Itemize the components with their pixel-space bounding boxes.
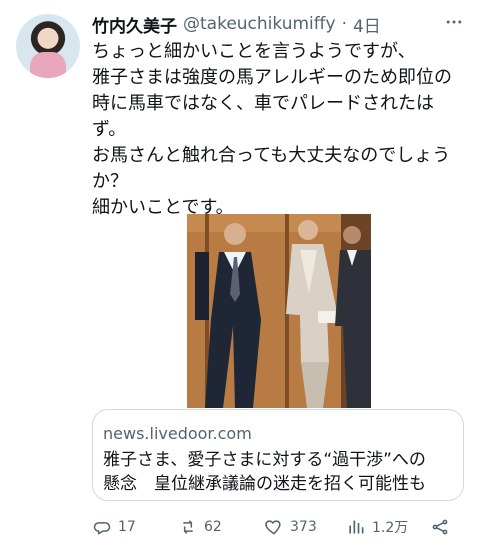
tweet-line: 時に馬車ではなく、車でパレードされたは — [92, 93, 434, 114]
author-handle[interactable]: @takeuchikumiffy — [183, 14, 336, 34]
tweet-line: ちょっと細かいことを言うようですが、 — [92, 41, 416, 62]
retweet-button[interactable]: 62 — [178, 512, 222, 542]
retweet-icon — [183, 520, 193, 534]
author-name[interactable]: 竹内久美子 — [92, 12, 177, 37]
reply-icon — [93, 522, 111, 535]
tweet-line: お馬さんと触れ合っても大丈夫なのでしょう — [92, 145, 451, 166]
share-icon — [432, 519, 448, 535]
link-domain[interactable]: news.livedoor.com — [103, 424, 252, 443]
views-count: 1.2万 — [372, 520, 409, 536]
tweet: 竹内久美子 @takeuchikumiffy · 4日 ちょっと細かいことを言う… — [0, 0, 480, 549]
link-title[interactable]: 雅子さま、愛子さまに対する“過干渉”への 懸念 皇位継承議論の迷走を招く可能性も — [103, 448, 455, 496]
views-button[interactable]: 1.2万 — [346, 512, 408, 542]
link-title-line[interactable]: 雅子さま、愛子さまに対する“過干渉”への — [103, 448, 455, 472]
link-title-line[interactable]: 懸念 皇位継承議論の迷走を招く可能性も — [103, 472, 455, 496]
like-icon — [265, 520, 281, 535]
like-button[interactable]: 373 — [264, 512, 317, 542]
tweet-line: か？ — [92, 171, 128, 192]
views-icon — [349, 520, 364, 534]
link-card[interactable]: news.livedoor.com 雅子さま、愛子さまに対する“過干渉”への 懸… — [92, 409, 464, 501]
reply-count: 17 — [118, 519, 136, 535]
tweet-time[interactable]: 4日 — [353, 12, 381, 37]
avatar[interactable] — [16, 14, 80, 78]
tweet-line: ず。 — [92, 119, 127, 140]
tweet-actions: 17 62 373 1.2万 — [92, 512, 464, 542]
tweet-line: 雅子さまは強度の馬アレルギーのため即位の — [92, 67, 452, 88]
header-separator: · — [341, 14, 347, 34]
reply-button[interactable]: 17 — [92, 512, 136, 542]
retweet-count: 62 — [204, 519, 222, 535]
news-photo-svg — [187, 214, 371, 408]
tweet-header: 竹内久美子 @takeuchikumiffy · 4日 — [92, 12, 381, 37]
more-icon[interactable] — [444, 12, 464, 32]
more-icon-svg — [446, 20, 462, 24]
like-count: 373 — [290, 519, 317, 535]
tweet-text: ちょっと細かいことを言うようですが、 雅子さまは強度の馬アレルギーのため即位の … — [92, 39, 462, 221]
news-photo[interactable] — [187, 214, 371, 408]
share-button[interactable] — [430, 512, 450, 542]
